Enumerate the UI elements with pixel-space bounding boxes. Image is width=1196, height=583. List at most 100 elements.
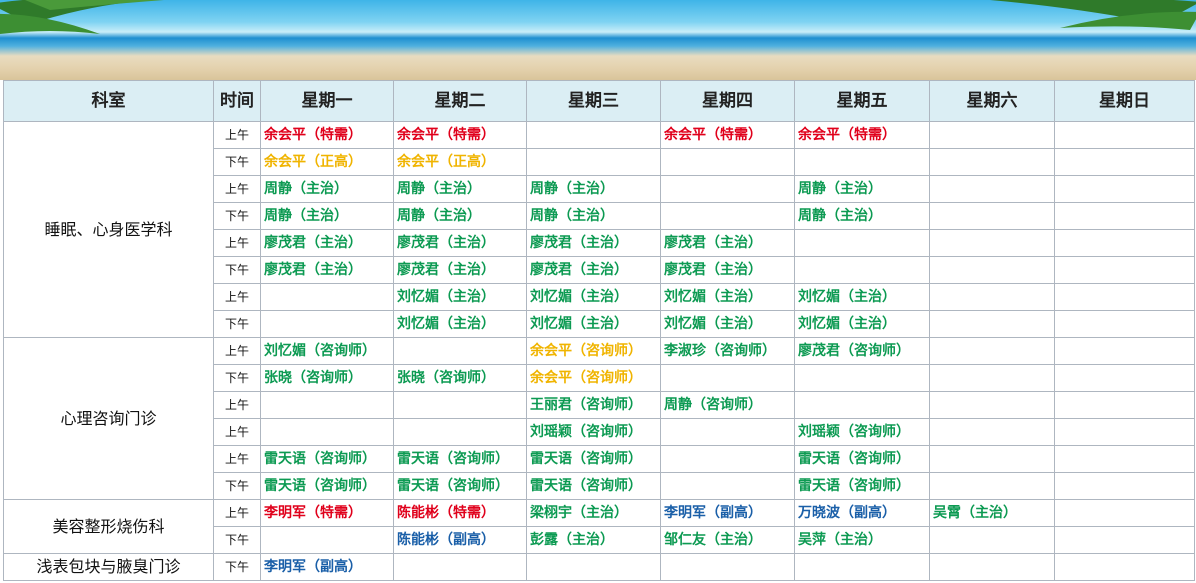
- column-header: 科室: [3, 80, 214, 122]
- schedule-cell: [929, 526, 1055, 554]
- schedule-cell: [1054, 175, 1195, 203]
- schedule-table: 科室 时间 星期一 星期二 星期三 星期四 星期五 星期六 星期日 睡眠、心身医学科 上午 余会平（…: [3, 80, 1195, 581]
- palm-leaves-left-icon: [0, 0, 164, 34]
- doctor-name: 廖茂君（主治）: [264, 235, 362, 251]
- schedule-cell: [1054, 337, 1195, 365]
- doctor-name: 刘忆媚（主治）: [798, 289, 896, 305]
- schedule-cell: [260, 526, 394, 554]
- schedule-cell: [1054, 553, 1195, 581]
- schedule-cell: 李明军（副高）: [660, 499, 795, 527]
- doctor-name: 雷天语（咨询师）: [798, 451, 910, 467]
- schedule-cell: 廖茂君（主治）: [526, 256, 661, 284]
- schedule-cell: [393, 553, 527, 581]
- doctor-name: 余会平（正高）: [397, 154, 495, 170]
- doctor-name: 张晓（咨询师）: [397, 370, 495, 386]
- schedule-cell: 李明军（副高）: [260, 553, 394, 581]
- table-row: 睡眠、心身医学科 上午 余会平（特需） 余会平（特需） 余会平（特需） 余会平（特需）: [3, 121, 1195, 338]
- schedule-cell: [393, 391, 527, 419]
- schedule-cell: 周静（主治）: [260, 175, 394, 203]
- doctor-name: 吴萍（主治）: [798, 532, 882, 548]
- period-cell: 上午: [213, 391, 261, 419]
- schedule-cell: [660, 472, 795, 500]
- schedule-cell: [1054, 418, 1195, 446]
- doctor-name: 廖茂君（主治）: [664, 262, 762, 278]
- schedule-cell: [929, 121, 1055, 149]
- schedule-cell: [794, 148, 930, 176]
- doctor-name: 周静（主治）: [798, 181, 882, 197]
- schedule-cell: [1054, 283, 1195, 311]
- header-row: 科室 时间 星期一 星期二 星期三 星期四 星期五 星期六 星期日: [3, 80, 1195, 122]
- doctor-name: 李淑珍（咨询师）: [664, 343, 776, 359]
- period-cell: 下午: [213, 472, 261, 500]
- schedule-cell: 吴萍（主治）: [794, 526, 930, 554]
- schedule-cell: [929, 310, 1055, 338]
- schedule-cell: 雷天语（咨询师）: [794, 472, 930, 500]
- schedule-cell: 余会平（特需）: [393, 121, 527, 149]
- schedule-cell: 刘忆媚（主治）: [526, 283, 661, 311]
- period-cell: 上午: [213, 229, 261, 257]
- doctor-name: 周静（主治）: [264, 181, 348, 197]
- table-row: 美容整形烧伤科 上午 李明军（特需） 陈能彬（特需） 梁栩宇（主治） 李明军（副高） 万晓波…: [3, 499, 1195, 554]
- doctor-name: 李明军（特需）: [264, 505, 362, 521]
- doctor-name: 余会平（咨询师）: [530, 343, 642, 359]
- period-cell: 下午: [213, 553, 261, 581]
- schedule-cell: [1054, 310, 1195, 338]
- schedule-cell: [1054, 499, 1195, 527]
- period-cell: 上午: [213, 418, 261, 446]
- doctor-name: 余会平（特需）: [397, 127, 495, 143]
- period-cell: 上午: [213, 499, 261, 527]
- schedule-cell: [1054, 391, 1195, 419]
- schedule-cell: [929, 229, 1055, 257]
- schedule-cell: [260, 310, 394, 338]
- doctor-name: 余会平（咨询师）: [530, 370, 642, 386]
- schedule-cell: 雷天语（咨询师）: [260, 445, 394, 473]
- schedule-cell: 余会平（正高）: [393, 148, 527, 176]
- doctor-name: 周静（主治）: [530, 181, 614, 197]
- doctor-name: 陈能彬（副高）: [397, 532, 495, 548]
- schedule-cell: [660, 175, 795, 203]
- doctor-name: 刘忆媚（主治）: [664, 316, 762, 332]
- schedule-cell: [660, 553, 795, 581]
- schedule-cell: [1054, 202, 1195, 230]
- schedule-cell: [660, 418, 795, 446]
- doctor-name: 刘瑶颖（咨询师）: [798, 424, 910, 440]
- period-cell: 下午: [213, 364, 261, 392]
- doctor-name: 周静（主治）: [530, 208, 614, 224]
- period-cell: 上午: [213, 337, 261, 365]
- schedule-cell: 刘忆媚（主治）: [660, 310, 795, 338]
- column-header: 星期三: [526, 80, 661, 122]
- beach-banner: [0, 0, 1196, 80]
- doctor-name: 雷天语（咨询师）: [264, 478, 376, 494]
- schedule-cell: [660, 202, 795, 230]
- schedule-cell: [393, 418, 527, 446]
- schedule-cell: 李明军（特需）: [260, 499, 394, 527]
- schedule-cell: 余会平（特需）: [794, 121, 930, 149]
- schedule-cell: 雷天语（咨询师）: [393, 445, 527, 473]
- schedule-cell: [1054, 445, 1195, 473]
- schedule-cell: [794, 364, 930, 392]
- schedule-cell: 王丽君（咨询师）: [526, 391, 661, 419]
- schedule-cell: 刘忆媚（主治）: [794, 283, 930, 311]
- schedule-cell: [1054, 229, 1195, 257]
- schedule-cell: 雷天语（咨询师）: [526, 472, 661, 500]
- schedule-cell: [1054, 364, 1195, 392]
- schedule-cell: [929, 472, 1055, 500]
- schedule-cell: 雷天语（咨询师）: [794, 445, 930, 473]
- doctor-name: 王丽君（咨询师）: [530, 397, 642, 413]
- doctor-name: 张晓（咨询师）: [264, 370, 362, 386]
- column-header: 星期日: [1054, 80, 1195, 122]
- schedule-cell: 廖茂君（主治）: [393, 256, 527, 284]
- doctor-name: 刘忆媚（主治）: [530, 289, 628, 305]
- doctor-name: 周静（主治）: [798, 208, 882, 224]
- department-name: 浅表包块与腋臭门诊: [3, 553, 214, 581]
- schedule-cell: [526, 148, 661, 176]
- doctor-name: 廖茂君（主治）: [397, 235, 495, 251]
- schedule-cell: 余会平（特需）: [260, 121, 394, 149]
- doctor-name: 刘忆媚（主治）: [664, 289, 762, 305]
- schedule-cell: 吴霄（主治）: [929, 499, 1055, 527]
- doctor-name: 雷天语（咨询师）: [530, 478, 642, 494]
- schedule-cell: 梁栩宇（主治）: [526, 499, 661, 527]
- doctor-name: 邹仁友（主治）: [664, 532, 762, 548]
- schedule-cell: [794, 256, 930, 284]
- schedule-cell: 雷天语（咨询师）: [260, 472, 394, 500]
